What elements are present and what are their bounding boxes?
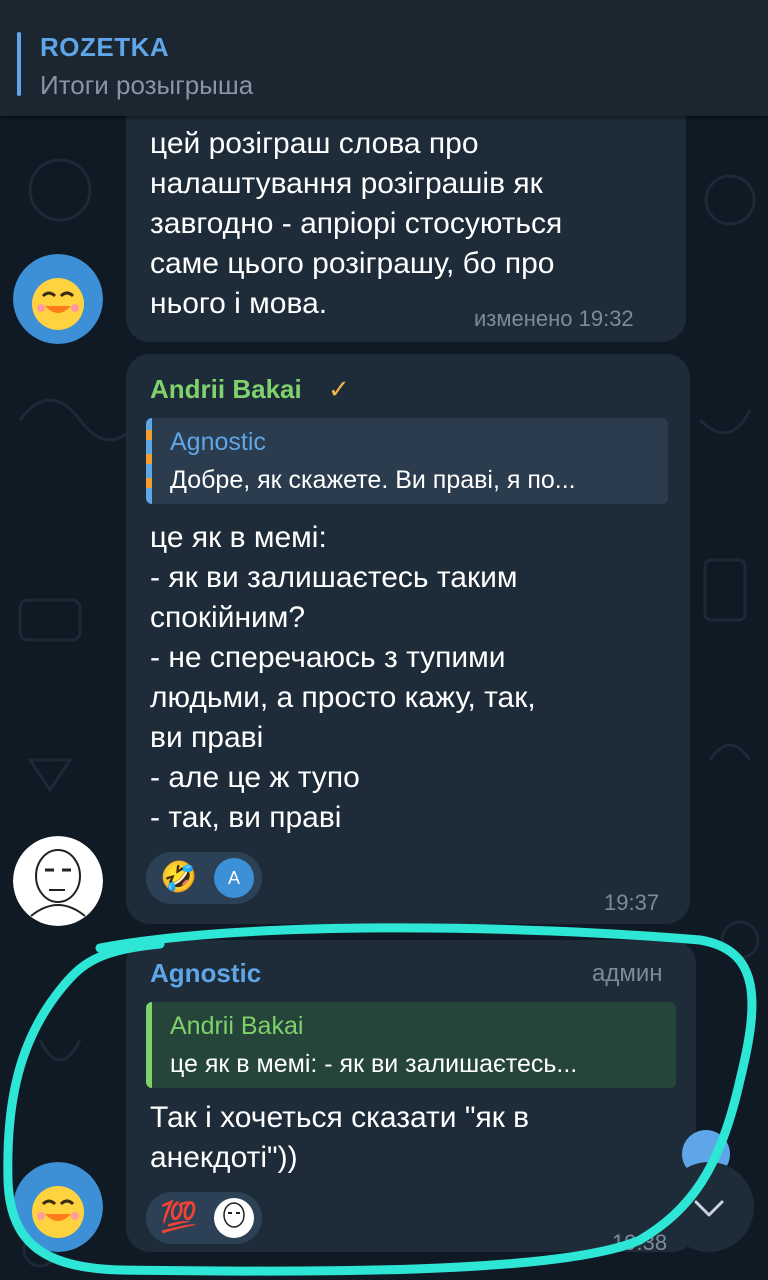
message-edited-time: изменено 19:32 [474,306,634,331]
meme-face-mini-icon [223,1202,245,1228]
scroll-down-button[interactable] [664,1162,754,1252]
reply-stripe [146,418,152,504]
sender-badge: ✓ [328,374,350,404]
message-time: 19:37 [604,890,660,915]
meme-face-avatar-icon[interactable] [13,836,103,926]
message-bubble[interactable]: Andrii Bakai ✓ Agnostic Добре, як скажет… [126,354,690,924]
pinned-indicator [17,32,21,96]
reply-stripe [146,1002,152,1088]
chevron-down-icon [694,1200,724,1217]
sender-name[interactable]: Andrii Bakai [150,374,302,405]
reactor-avatar-letter: A [227,868,240,888]
reactor-avatar [214,1198,254,1238]
reply-quote[interactable]: Agnostic Добре, як скажете. Ви праві, я … [146,418,668,504]
pinned-subtitle: Итоги розыгрыша [40,70,254,100]
chick-avatar-icon[interactable] [13,1162,103,1252]
message-time: 19:38 [612,1230,668,1255]
message-text: це як в мемі: - як ви залишаєтесь таким … [150,521,536,834]
hundred-points-emoji: 💯 [160,1201,198,1234]
reply-sender: Agnostic [170,428,266,456]
message-bubble[interactable]: Agnostic админ Andrii Bakai це як в мемі… [126,940,696,1255]
message-text: цей розіграш слова про налаштування розі… [150,127,563,320]
reply-sender: Andrii Bakai [170,1012,304,1040]
rofl-emoji: 🤣 [160,861,198,894]
reaction-pill[interactable]: 🤣 A [146,852,262,904]
pinned-title: ROZETKA [40,32,170,62]
reactor-avatar: A [214,858,254,898]
reaction-pill[interactable]: 💯 [146,1192,262,1244]
chick-avatar-icon[interactable] [13,254,103,344]
reply-text: Добре, як скажете. Ви праві, я по... [170,466,576,494]
message-text: Так і хочеться сказати "як в анекдоті")) [150,1101,530,1174]
sender-role-badge: админ [592,960,663,987]
reply-quote[interactable]: Andrii Bakai це як в мемі: - як ви залиш… [146,1002,676,1088]
reply-text: це як в мемі: - як ви залишаєтесь... [170,1050,578,1078]
pinned-message-bar[interactable]: ROZETKA Итоги розыгрыша [0,0,768,116]
sender-name[interactable]: Agnostic [150,958,261,989]
